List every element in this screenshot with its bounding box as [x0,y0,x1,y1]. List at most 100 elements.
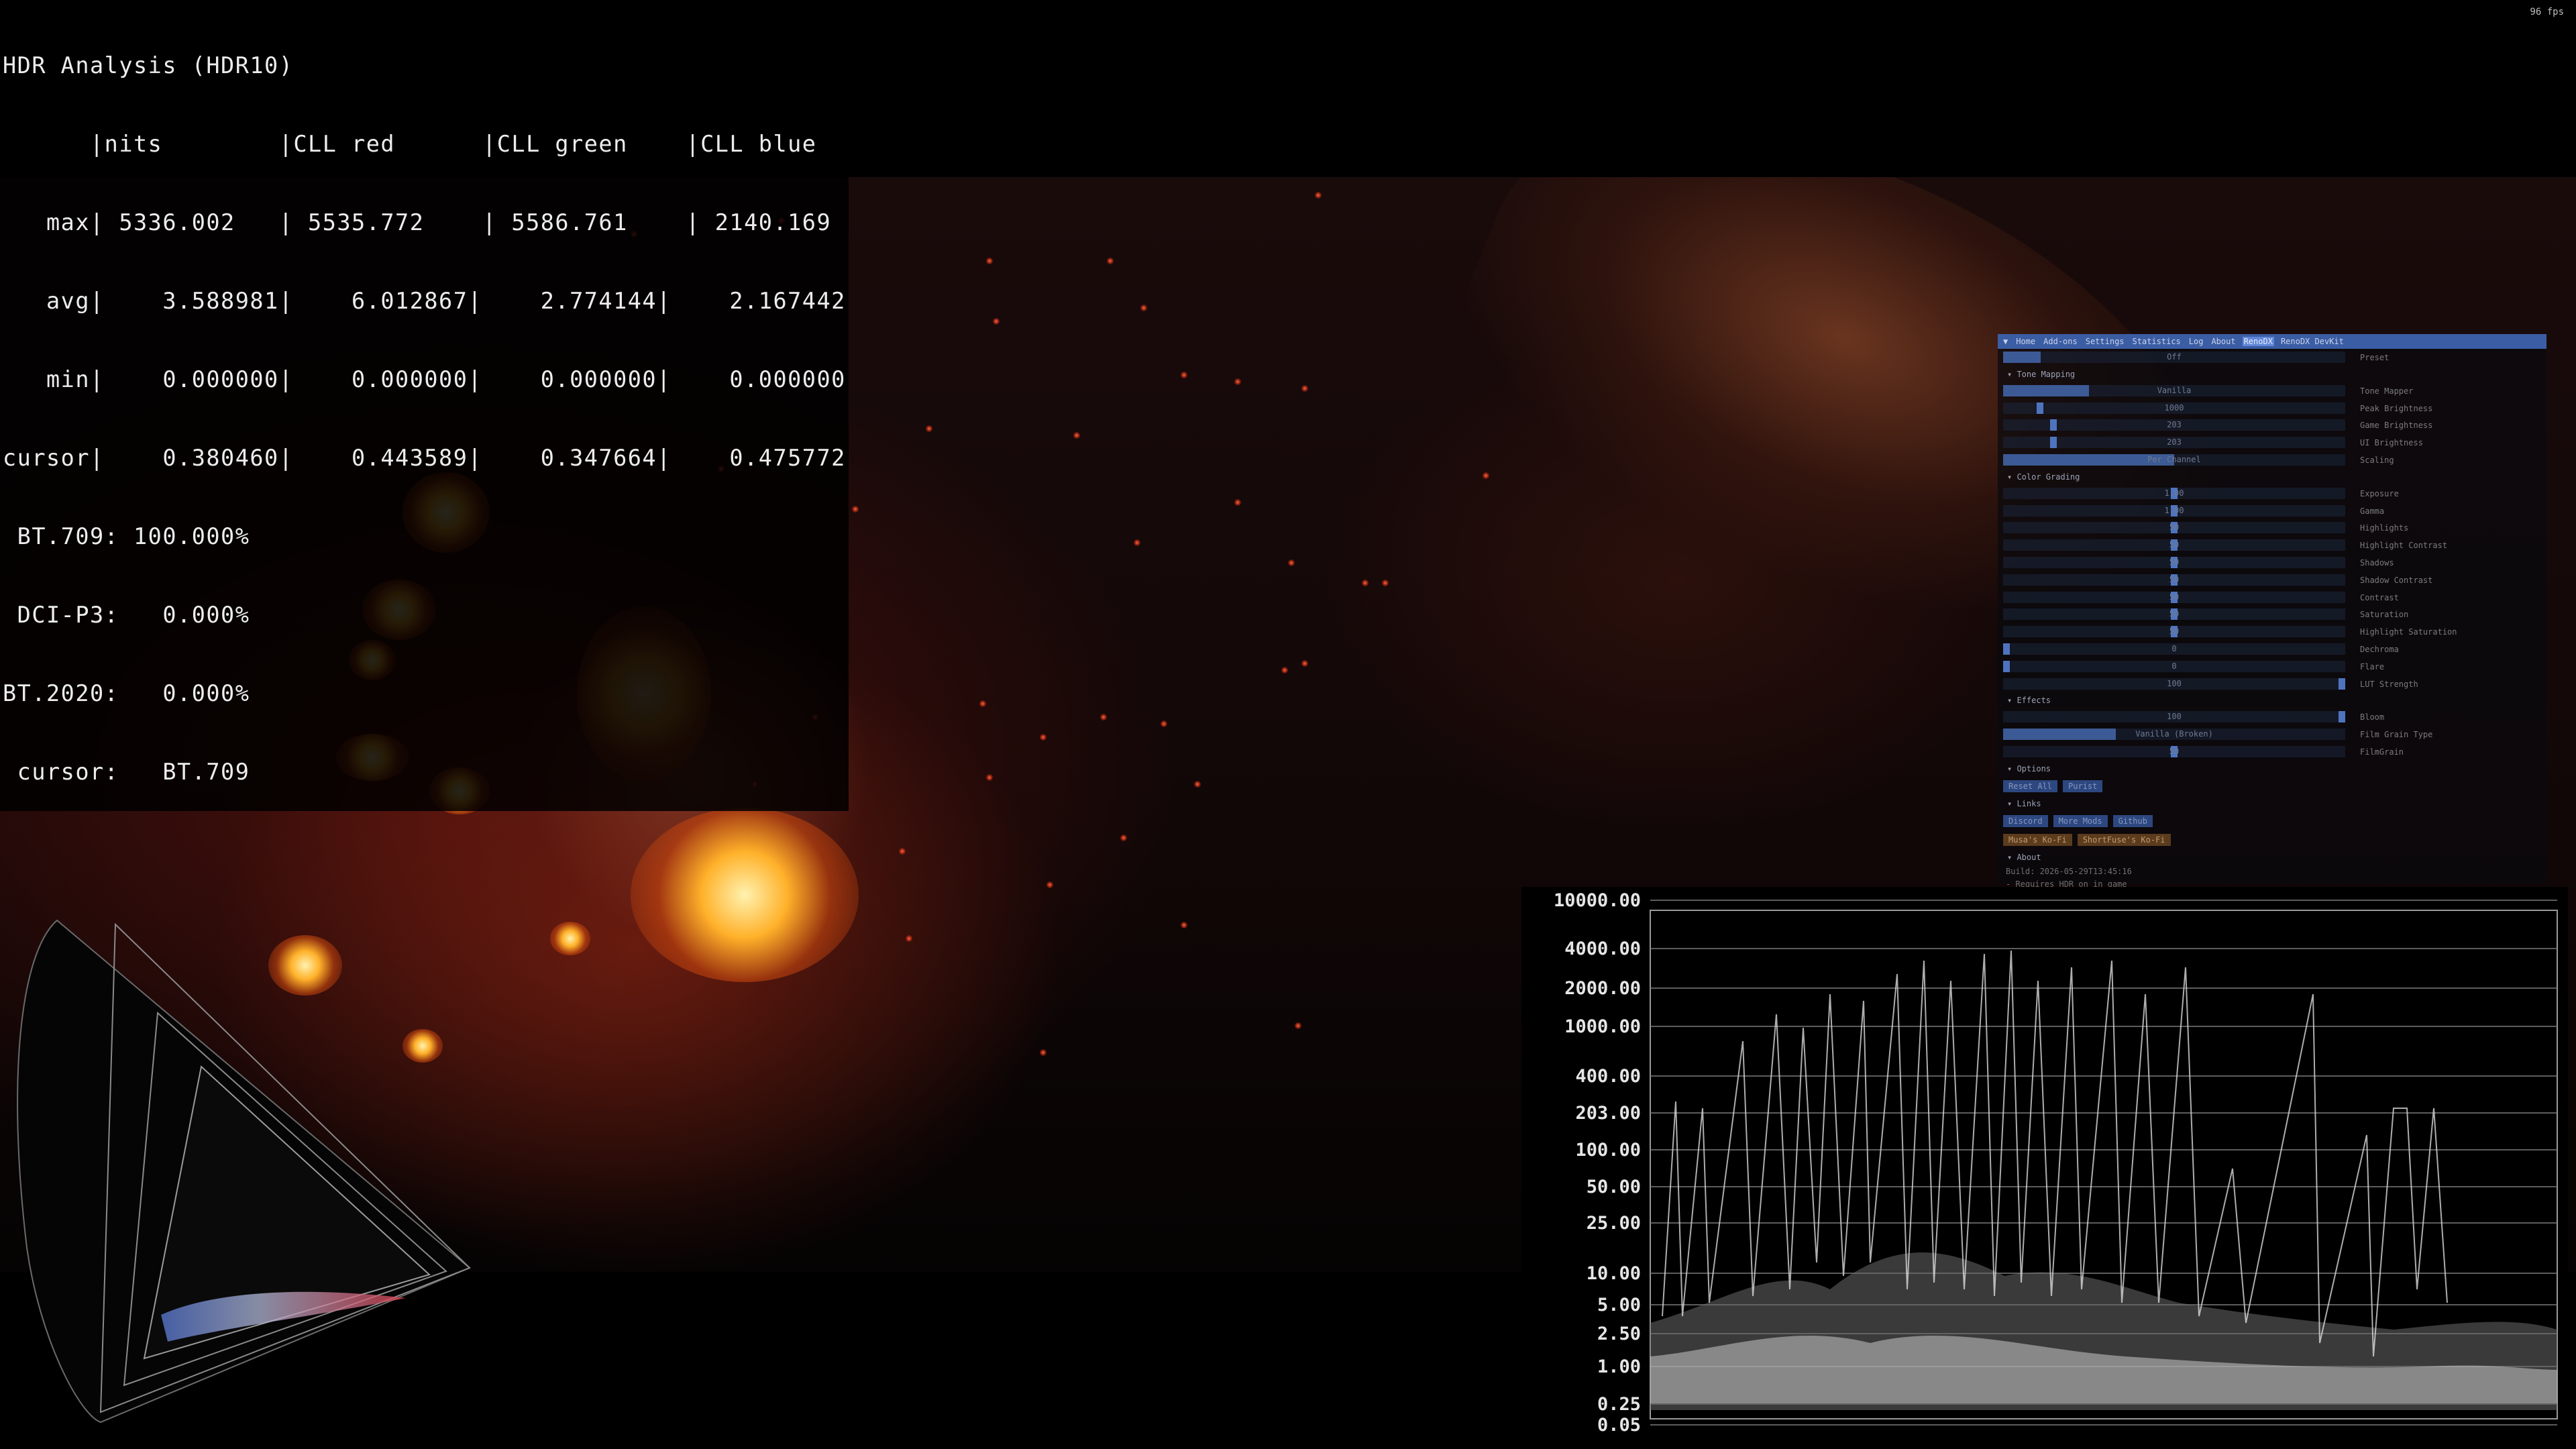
ember [1295,1022,1301,1029]
color-grading-value: 0 [2171,661,2177,671]
effects-value: Vanilla (Broken) [2135,729,2213,739]
shortfuse-kofi-button[interactable]: ShortFuse's Ko-Fi [2077,833,2171,846]
build-info: Build: 2026-05-29T13:45:16 [2006,866,2132,876]
y-tick-label: 10000.00 [1554,890,1641,911]
color-grading-row[interactable]: 0 Dechroma [1998,641,2546,658]
color-grading-label: Dechroma [2360,644,2399,654]
color-grading-row[interactable]: 50 Highlight Contrast [1998,537,2546,554]
tab-renodx-devkit[interactable]: RenoDX DevKit [2279,337,2345,346]
tone-mapping-row[interactable]: Per Channel Scaling [1998,451,2546,469]
github-button[interactable]: Github [2112,814,2153,827]
tone-mapping-row[interactable]: 1000 Peak Brightness [1998,400,2546,417]
color-grading-row[interactable]: 100 LUT Strength [1998,676,2546,693]
tone-mapping-value: Vanilla [2157,385,2192,395]
tone-mapping-label: Game Brightness [2360,421,2433,431]
y-tick-label: 2.50 [1597,1324,1641,1344]
color-grading-label: Highlight Saturation [2360,627,2457,637]
ember [1301,385,1308,392]
tone-mapping-row[interactable]: Vanilla Tone Mapper [1998,382,2546,400]
tone-mapping-value: 1000 [2164,402,2184,413]
ember [1181,922,1187,928]
section-tone-mapping[interactable]: ▾ Tone Mapping [1998,366,2546,382]
y-tick-label: 0.05 [1597,1415,1641,1432]
effects-label: Bloom [2360,712,2385,722]
tab-renodx[interactable]: RenoDX [2242,337,2274,346]
discord-button[interactable]: Discord [2003,814,2048,827]
y-tick-label: 4000.00 [1564,938,1641,959]
color-grading-row[interactable]: 50 Contrast [1998,589,2546,606]
tab-statistics[interactable]: Statistics [2131,337,2182,346]
color-grading-row[interactable]: 1.00 Exposure [1998,485,2546,502]
purist-button[interactable]: Purist [2063,780,2103,792]
ember [1234,378,1241,385]
ember [1194,781,1201,788]
ember [926,425,932,432]
ember [1040,734,1046,741]
tone-mapping-label: Peak Brightness [2360,403,2433,413]
options-buttons: Reset All Purist [1998,777,2546,796]
color-grading-rows: 1.00 Exposure 1.00 Gamma 50 Highlights 50 Highl… [1998,485,2546,693]
color-grading-row[interactable]: 1.00 Gamma [1998,502,2546,520]
tab-about[interactable]: About [2210,337,2237,346]
ember [1120,835,1127,841]
effects-row[interactable]: 50 FilmGrain [1998,743,2546,761]
ember [986,774,993,781]
collapse-icon[interactable]: ▼ [2002,337,2009,346]
reset-all-button[interactable]: Reset All [2003,780,2058,792]
color-grading-value: 50 [2169,627,2180,637]
more-mods-button[interactable]: More Mods [2053,814,2108,827]
y-tick-label: 400.00 [1575,1066,1641,1087]
color-grading-label: Shadows [2360,557,2394,568]
color-grading-row[interactable]: 50 Shadows [1998,554,2546,572]
preset-row[interactable]: Off Preset [1998,349,2546,366]
hdr-row-avg: avg| 3.588981| 6.012867| 2.774144| 2.167… [3,288,846,314]
ember [906,935,912,942]
tone-mapping-row[interactable]: 203 Game Brightness [1998,417,2546,434]
ember [1134,539,1140,546]
effects-value: 100 [2167,712,2182,722]
tab-log[interactable]: Log [2188,337,2205,346]
effects-rows: 100 Bloom Vanilla (Broken) Film Grain Type 5… [1998,708,2546,760]
color-grading-label: Highlight Contrast [2360,541,2448,551]
tab-home[interactable]: Home [2015,337,2037,346]
hdr-analysis-title: HDR Analysis (HDR10) [3,52,294,78]
link-buttons: Discord More Mods Github [1998,812,2546,830]
waveform-plot: 10000.00 4000.00 2000.00 1000.00 400.00 203.0… [1554,890,2558,1449]
ember [1382,580,1389,586]
section-links[interactable]: ▾ Links [1998,796,2546,812]
musa-kofi-button[interactable]: Musa's Ko-Fi [2003,833,2072,846]
color-grading-row[interactable]: 0 Flare [1998,658,2546,676]
tone-mapping-value: 203 [2167,420,2182,430]
ember [1234,499,1241,506]
section-effects[interactable]: ▾ Effects [1998,692,2546,708]
ember [1040,1049,1046,1056]
effects-row[interactable]: 100 Bloom [1998,708,2546,726]
ember [852,506,859,513]
color-grading-row[interactable]: 50 Shadow Contrast [1998,572,2546,589]
luminance-waveform-graph: 10000.00 4000.00 2000.00 1000.00 400.00 203.0… [1521,887,2568,1449]
hdr-row-cursor: cursor| 0.380460| 0.443589| 0.347664| 0.… [3,445,846,471]
color-grading-row[interactable]: 50 Highlight Saturation [1998,623,2546,641]
ember [979,700,986,707]
section-about[interactable]: ▾ About [1998,849,2546,865]
ember [1483,472,1489,479]
tab-add-ons[interactable]: Add-ons [2042,337,2079,346]
section-color-grading[interactable]: ▾ Color Grading [1998,469,2546,485]
tone-mapping-row[interactable]: 203 UI Brightness [1998,434,2546,451]
color-grading-value: 0 [2171,643,2177,653]
color-grading-row[interactable]: 50 Highlights [1998,519,2546,537]
hdr-row-min: min| 0.000000| 0.000000| 0.000000| 0.000… [3,366,846,392]
tone-mapping-rows: Vanilla Tone Mapper 1000 Peak Brightness 203… [1998,382,2546,469]
color-grading-value: 100 [2167,678,2182,688]
tab-settings[interactable]: Settings [2084,337,2126,346]
effects-label: FilmGrain [2360,747,2404,757]
gamut-dcip3: DCI-P3: 0.000% [3,602,250,628]
ember [1140,305,1147,311]
effects-row[interactable]: Vanilla (Broken) Film Grain Type [1998,726,2546,743]
color-grading-label: Gamma [2360,506,2385,516]
cie-gamut-diagram [17,919,471,1424]
ember [1288,559,1295,566]
section-options[interactable]: ▾ Options [1998,761,2546,777]
color-grading-row[interactable]: 50 Saturation [1998,606,2546,623]
color-grading-label: Contrast [2360,592,2399,602]
